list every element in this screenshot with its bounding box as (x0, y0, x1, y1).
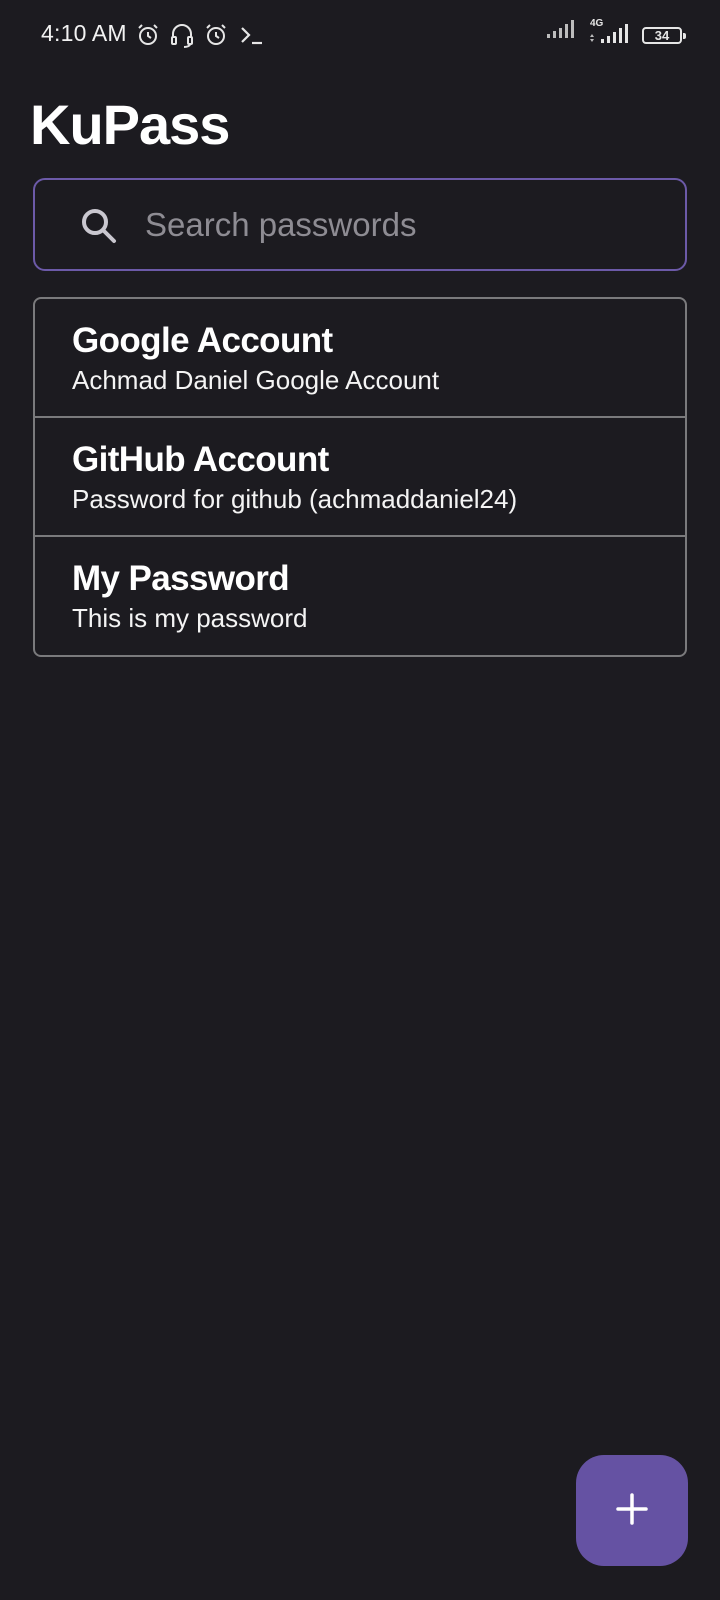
alarm-icon (136, 23, 160, 47)
system-icons: 4G 34 (546, 18, 686, 44)
app-title: KuPass (30, 93, 230, 156)
password-item-title: My Password (72, 559, 290, 598)
password-item-description: Password for github (achmaddaniel24) (72, 484, 518, 514)
password-item-title: GitHub Account (72, 440, 329, 479)
notification-icons (136, 22, 264, 48)
terminal-icon (238, 23, 264, 47)
password-item-github[interactable]: GitHub Account Password for github (achm… (35, 418, 685, 537)
headset-icon (170, 22, 194, 48)
add-password-button[interactable] (576, 1455, 688, 1566)
battery-indicator: 34 (642, 27, 686, 44)
password-list: Google Account Achmad Daniel Google Acco… (33, 297, 687, 657)
status-bar: 4:10 AM 4G 34 (0, 0, 720, 70)
password-item-google[interactable]: Google Account Achmad Daniel Google Acco… (35, 299, 685, 418)
mobile-data-icon: 4G (588, 18, 628, 44)
password-item-my-password[interactable]: My Password This is my password (35, 537, 685, 655)
plus-icon (615, 1492, 649, 1529)
app-screen: 4:10 AM 4G 34 KuPass Search passwords Go… (0, 0, 720, 1600)
password-item-title: Google Account (72, 321, 333, 360)
search-icon (79, 206, 119, 246)
signal-icon (546, 19, 574, 44)
password-item-description: This is my password (72, 603, 308, 633)
status-time: 4:10 AM (41, 20, 127, 46)
password-item-description: Achmad Daniel Google Account (72, 365, 440, 395)
search-bar[interactable] (33, 178, 687, 271)
alarm-icon (204, 23, 228, 47)
search-input[interactable] (145, 180, 665, 269)
